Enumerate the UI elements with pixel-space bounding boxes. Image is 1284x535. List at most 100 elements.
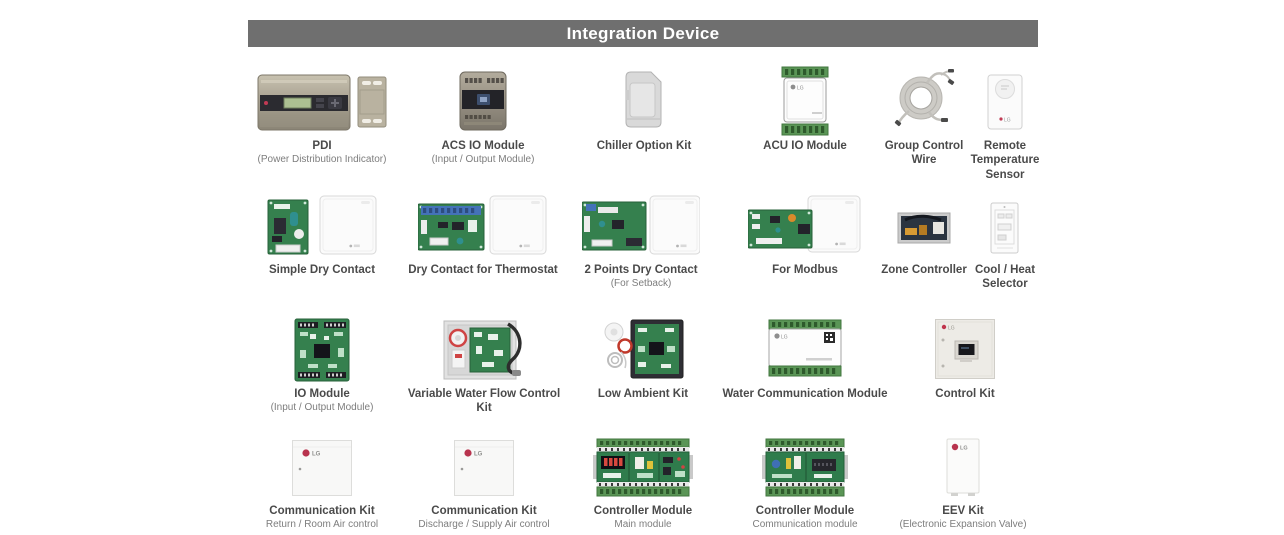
product-image-zone	[569, 60, 719, 136]
product-image-zone	[878, 186, 970, 260]
low-ambient-kit-image	[604, 319, 684, 379]
product-image-zone: LG	[705, 310, 905, 384]
product-item-dry-contact-thermostat: Dry Contact for Thermostat	[391, 186, 575, 278]
product-image-zone: LG	[900, 310, 1030, 384]
product-name: 2 Points Dry Contact	[584, 264, 698, 276]
acu-io-module-image: LG	[781, 66, 829, 136]
product-image-zone	[391, 186, 575, 260]
product-name: ACS IO Module	[441, 140, 525, 152]
water-communication-module-image: LG	[768, 319, 842, 377]
product-name: Water Communication Module	[722, 388, 888, 400]
product-image-zone	[729, 186, 881, 260]
svg-text:LG: LG	[474, 452, 483, 458]
product-name: Controller Module	[593, 505, 693, 517]
product-subname: (Electronic Expansion Valve)	[899, 519, 1027, 531]
product-image-zone	[878, 60, 970, 136]
product-image-zone: LG	[392, 432, 576, 501]
product-name: Chiller Option Kit	[596, 140, 692, 152]
zone-controller-image	[897, 212, 951, 244]
product-item-io-module: IO Module (Input / Output Module)	[242, 310, 402, 414]
product-name: Communication Kit	[269, 505, 375, 517]
product-name: Group Control Wire	[884, 140, 964, 167]
product-item-eev-kit: LG EEV Kit (Electronic Expansion Valve)	[878, 432, 1048, 531]
product-subname: Return / Room Air control	[265, 519, 379, 531]
product-item-controller-module-main: Controller Module Main module	[561, 432, 725, 531]
simple-dry-contact-image	[267, 195, 377, 255]
remote-temperature-sensor-image: LG	[987, 74, 1023, 130]
product-item-pdi: PDI (Power Distribution Indicator)	[237, 60, 407, 166]
io-module-image	[294, 318, 350, 382]
product-name: EEV Kit	[942, 505, 984, 517]
product-image-zone	[567, 186, 715, 260]
svg-text:LG: LG	[960, 446, 968, 452]
product-item-water-communication-module: LG Water Communication Module	[705, 310, 905, 402]
product-image-zone	[242, 310, 402, 384]
cool-heat-selector-image	[990, 202, 1019, 254]
product-item-variable-water-flow-control-kit: Variable Water Flow Control Kit	[404, 310, 564, 417]
product-name: Control Kit	[935, 388, 995, 400]
product-item-acu-io-module: LG ACU IO Module	[730, 60, 880, 154]
section-header: Integration Device	[248, 20, 1038, 47]
communication-kit-discharge-image: LG	[454, 440, 514, 496]
product-image-zone: LG	[963, 60, 1047, 136]
eev-kit-image: LG	[946, 438, 980, 496]
product-name: Zone Controller	[881, 264, 967, 276]
svg-text:LG: LG	[948, 326, 955, 332]
product-image-zone	[403, 60, 563, 136]
product-name: Dry Contact for Thermostat	[408, 264, 558, 276]
integration-device-page: Integration Device PDI (Power Distributio…	[0, 0, 1284, 535]
svg-text:LG: LG	[1004, 118, 1011, 124]
product-subname: Discharge / Supply Air control	[418, 519, 550, 531]
product-image-zone	[962, 186, 1048, 260]
modbus-image	[748, 195, 861, 253]
product-subname: (Input / Output Module)	[431, 154, 535, 166]
variable-water-flow-control-kit-image	[443, 320, 522, 380]
product-item-controller-module-communication: Controller Module Communication module	[719, 432, 891, 531]
product-image-zone	[561, 310, 725, 384]
dry-contact-thermostat-image	[418, 195, 547, 255]
svg-text:LG: LG	[312, 452, 321, 458]
product-item-group-control-wire: Group Control Wire	[878, 60, 970, 169]
product-name: Low Ambient Kit	[597, 388, 689, 400]
product-item-cool-heat-selector: Cool / Heat Selector	[962, 186, 1048, 293]
product-item-zone-controller: Zone Controller	[878, 186, 970, 278]
product-subname: (Power Distribution Indicator)	[257, 154, 387, 166]
product-image-zone	[561, 432, 725, 501]
product-item-control-kit: LG Control Kit	[900, 310, 1030, 402]
chiller-option-kit-image	[625, 71, 662, 128]
product-item-communication-kit-return: LG Communication Kit Return / Room Air con…	[237, 432, 407, 531]
product-subname: (For Setback)	[610, 278, 672, 290]
controller-module-communication-image	[762, 438, 848, 497]
product-item-two-points-dry-contact: 2 Points Dry Contact (For Setback)	[567, 186, 715, 290]
section-title: Integration Device	[566, 23, 720, 43]
product-image-zone	[247, 186, 397, 260]
group-control-wire-image	[894, 69, 955, 127]
product-image-zone	[237, 60, 407, 136]
product-name: ACU IO Module	[763, 140, 847, 152]
product-item-modbus: For Modbus	[729, 186, 881, 278]
product-image-zone	[719, 432, 891, 501]
product-name: Communication Kit	[431, 505, 537, 517]
product-item-low-ambient-kit: Low Ambient Kit	[561, 310, 725, 402]
product-name: PDI	[312, 140, 332, 152]
product-item-chiller-option-kit: Chiller Option Kit	[569, 60, 719, 154]
two-points-dry-contact-image	[582, 195, 700, 255]
controller-module-main-image	[593, 438, 693, 497]
pdi-image	[257, 74, 387, 131]
product-image-zone: LG	[878, 432, 1048, 501]
product-name: Simple Dry Contact	[268, 264, 376, 276]
product-item-remote-temperature-sensor: LG Remote Temperature Sensor	[963, 60, 1047, 183]
control-kit-image: LG	[935, 319, 995, 379]
product-name: Remote Temperature Sensor	[970, 140, 1040, 181]
product-image-zone	[404, 310, 564, 384]
communication-kit-return-image: LG	[292, 440, 352, 496]
product-name: For Modbus	[772, 264, 838, 276]
product-item-communication-kit-discharge: LG Communication Kit Discharge / Supply Ai…	[392, 432, 576, 531]
product-subname: Communication module	[752, 519, 858, 531]
product-name: Controller Module	[755, 505, 855, 517]
svg-text:LG: LG	[781, 335, 788, 341]
svg-text:LG: LG	[797, 86, 804, 92]
product-subname: Main module	[614, 519, 672, 531]
product-image-zone: LG	[730, 60, 880, 136]
acs-io-module-image	[459, 71, 507, 131]
